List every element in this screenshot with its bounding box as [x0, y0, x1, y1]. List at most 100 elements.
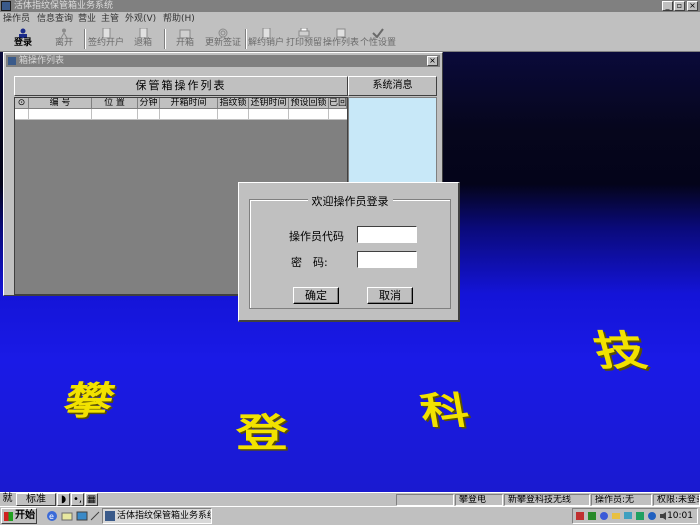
clock[interactable]: 10:01 [667, 509, 693, 524]
unlock-customer-tool-button[interactable]: 解约销户 [248, 27, 284, 51]
locker-close-button[interactable]: × [427, 56, 438, 66]
personal-setting-tool-button[interactable]: 个性设置 [360, 27, 396, 51]
menu-query[interactable]: 信息查询 [37, 13, 73, 25]
column-location[interactable]: 位 置 [92, 98, 138, 109]
status-bar: 就 标准 ◗ •, ▦ 攀登电 新攀登科技无线 操作员:无 权限:未登录 [0, 492, 700, 506]
wifi-icon[interactable] [647, 511, 657, 521]
operation-list-tool-button[interactable]: 操作列表 [323, 27, 359, 51]
menu-supervisor[interactable]: 主管 [101, 13, 119, 25]
network-icon[interactable] [575, 511, 585, 521]
password-label: 密 码: [291, 256, 328, 269]
menu-business[interactable]: 营业 [78, 13, 96, 25]
login-tool-button[interactable]: 登录 [6, 27, 40, 51]
taskbar-app-label: 活体指纹保管箱业务系统 [117, 511, 212, 521]
taskbar: 开始 e 活体指纹保管箱业务系统 10:01 [0, 506, 700, 525]
window-icon [8, 57, 16, 65]
checkmark-icon [372, 28, 384, 38]
title-bar: 活体指纹保管箱业务系统 _ ▫ × [0, 0, 700, 12]
start-label: 开始 [15, 510, 35, 521]
toolbar-separator [84, 29, 86, 49]
channels-icon[interactable] [89, 510, 101, 522]
status-power: 攀登电 [455, 494, 503, 506]
list-icon [336, 28, 346, 38]
column-fingerprint-lock[interactable]: 指纹锁 [218, 98, 249, 109]
menu-operator[interactable]: 操作员 [3, 13, 30, 25]
message-icon[interactable] [611, 511, 621, 521]
password-input[interactable] [357, 251, 417, 268]
status-operator: 操作员:无 [591, 494, 652, 506]
table-cell [92, 109, 138, 120]
status-company: 新攀登科技无线 [504, 494, 590, 506]
internet-explorer-icon[interactable]: e [46, 510, 58, 522]
outlook-express-icon[interactable] [61, 510, 73, 522]
antivirus-icon[interactable] [587, 511, 597, 521]
operator-code-label: 操作员代码 [289, 230, 344, 243]
windows-logo-icon [4, 512, 13, 521]
close-button[interactable]: × [687, 1, 698, 11]
user-icon [19, 28, 27, 38]
personal-setting-tool-label: 个性设置 [360, 38, 397, 48]
column-number[interactable]: 编 号 [29, 98, 92, 109]
leave-tool-button[interactable]: 离开 [48, 27, 80, 51]
input-method-icon[interactable] [635, 511, 645, 521]
ime-keyboard-button[interactable]: ▦ [85, 493, 98, 506]
taskbar-app-item[interactable]: 活体指纹保管箱业务系统 [102, 508, 212, 524]
ime-mode-button[interactable]: 标准 [16, 493, 56, 506]
column-select[interactable]: ⊙ [15, 98, 29, 109]
grid-header-row: ⊙ 编 号 位 置 分钟 开箱时间 指纹锁 还钥时间 预设回锁 已回锁 [15, 98, 347, 109]
unlock-customer-tool-label: 解约销户 [248, 38, 285, 48]
window-title: 活体指纹保管箱业务系统 [14, 1, 114, 11]
column-preset-relock[interactable]: 预设回锁 [289, 98, 329, 109]
display-icon[interactable] [623, 511, 633, 521]
watermark-char-1: 攀 [58, 378, 119, 424]
confirm-button[interactable]: 确定 [293, 287, 339, 304]
show-desktop-icon[interactable] [76, 510, 88, 522]
walk-icon [60, 28, 68, 38]
column-return-key-time[interactable]: 还钥时间 [249, 98, 289, 109]
operator-code-input[interactable] [357, 226, 417, 243]
watermark-char-2: 登 [236, 410, 289, 457]
operation-list-tool-label: 操作列表 [323, 38, 360, 48]
operation-list-header: 保管箱操作列表 [14, 76, 348, 96]
leave-tool-label: 离开 [54, 38, 73, 48]
locker-window-title-bar[interactable]: 箱操作列表 × [6, 55, 440, 67]
system-message-header: 系统消息 [348, 76, 437, 96]
ime-toggle[interactable]: 就 [0, 493, 15, 506]
table-cell [249, 109, 289, 120]
column-relocked[interactable]: 已回锁 [329, 98, 347, 109]
sign-open-tool-label: 签约开户 [88, 38, 125, 48]
table-cell [289, 109, 329, 120]
watermark-char-3: 科 [416, 389, 473, 433]
change-fingerprint-tool-button[interactable]: 更新签证 [204, 27, 242, 51]
menu-help[interactable]: 帮助(H) [163, 13, 195, 25]
open-box-tool-button[interactable]: 开箱 [170, 27, 200, 51]
sign-open-tool-button[interactable]: 签约开户 [88, 27, 124, 51]
watermark-char-4: 技 [588, 326, 652, 376]
table-cell [29, 109, 92, 120]
restore-button[interactable]: ▫ [674, 1, 685, 11]
menu-view[interactable]: 外观(V) [125, 13, 156, 25]
printer-icon [298, 28, 310, 37]
table-row[interactable] [15, 109, 347, 120]
column-open-time[interactable]: 开箱时间 [160, 98, 218, 109]
minimize-button[interactable]: _ [662, 1, 673, 11]
toolbar-separator [245, 29, 247, 49]
ime-width-button[interactable]: ◗ [57, 493, 70, 506]
change-fingerprint-tool-label: 更新签证 [204, 38, 241, 48]
cancel-box-tool-button[interactable]: 退箱 [128, 27, 158, 51]
update-icon[interactable] [599, 511, 609, 521]
print-report-tool-button[interactable]: 打印预留 [286, 27, 322, 51]
cancel-button[interactable]: 取消 [367, 287, 413, 304]
login-dialog: 欢迎操作员登录 操作员代码 密 码: 确定 取消 [238, 182, 460, 322]
toolbar: 登录 离开 签约开户 退箱 开箱 更新签证 解约销户 打印预留 操作列表 个性设… [0, 26, 700, 52]
app-task-icon [105, 511, 115, 521]
box-icon [179, 29, 191, 38]
start-button[interactable]: 开始 [1, 508, 37, 524]
column-minutes[interactable]: 分钟 [138, 98, 160, 109]
ime-punctuation-button[interactable]: •, [71, 493, 84, 506]
open-box-tool-label: 开箱 [175, 38, 194, 48]
document-icon [102, 28, 111, 38]
locker-window-title: 箱操作列表 [19, 56, 65, 66]
app-icon [1, 1, 11, 11]
status-blank [396, 494, 454, 506]
